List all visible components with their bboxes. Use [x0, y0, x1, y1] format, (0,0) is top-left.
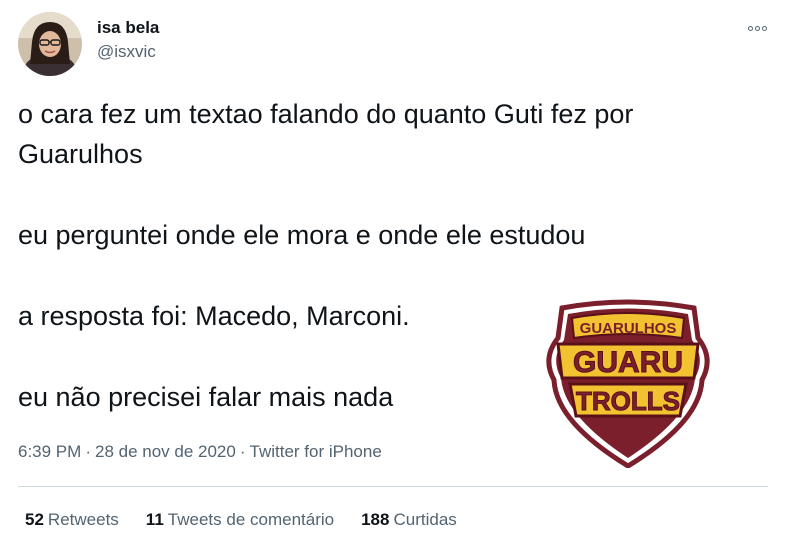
retweets-count: 52 — [25, 510, 44, 529]
logo-bottom-text: TROLLS — [576, 386, 680, 416]
logo-top-text: GUARULHOS — [580, 320, 677, 337]
likes-stat[interactable]: 188 Curtidas — [361, 508, 457, 532]
more-horizontal-icon — [761, 25, 767, 31]
tweet-time[interactable]: 6:39 PM — [18, 442, 81, 461]
retweets-label: Retweets — [47, 510, 119, 529]
tweet-source[interactable]: Twitter for iPhone — [250, 442, 382, 461]
quotes-count: 11 — [145, 510, 164, 529]
avatar[interactable] — [18, 12, 82, 76]
tweet-line: o cara fez um textao falando do quanto G… — [18, 99, 634, 129]
tweet-date[interactable]: 28 de nov de 2020 — [95, 442, 236, 461]
divider — [18, 486, 768, 487]
likes-label: Curtidas — [393, 510, 457, 529]
tweet-line: eu perguntei onde ele mora e onde ele es… — [18, 220, 586, 250]
logo-mid-text: GUARU — [573, 346, 683, 379]
retweets-stat[interactable]: 52 Retweets — [25, 508, 119, 532]
user-names: isa bela @isxvic — [97, 16, 159, 64]
quote-tweets-stat[interactable]: 11 Tweets de comentário — [146, 508, 334, 532]
more-horizontal-icon — [754, 25, 760, 31]
likes-count: 188 — [361, 510, 390, 529]
meta-separator: · — [239, 442, 246, 461]
meta-separator: · — [85, 442, 91, 461]
tweet-meta: 6:39 PM · 28 de nov de 2020 · Twitter for iP… — [18, 440, 382, 464]
quotes-label: Tweets de comentário — [167, 510, 335, 529]
tweet-line: Guarulhos — [18, 139, 143, 169]
tweet-header: isa bela @isxvic — [18, 11, 159, 77]
tweet-stats: 52 Retweets 11 Tweets de comentário 188 Cur… — [25, 508, 484, 532]
more-options-button[interactable] — [742, 18, 772, 38]
guaru-trolls-logo: GUARULHOS GUARU TROLLS — [542, 298, 714, 469]
display-name[interactable]: isa bela — [97, 16, 159, 40]
more-horizontal-icon — [747, 25, 753, 31]
user-handle[interactable]: @isxvic — [97, 40, 159, 64]
